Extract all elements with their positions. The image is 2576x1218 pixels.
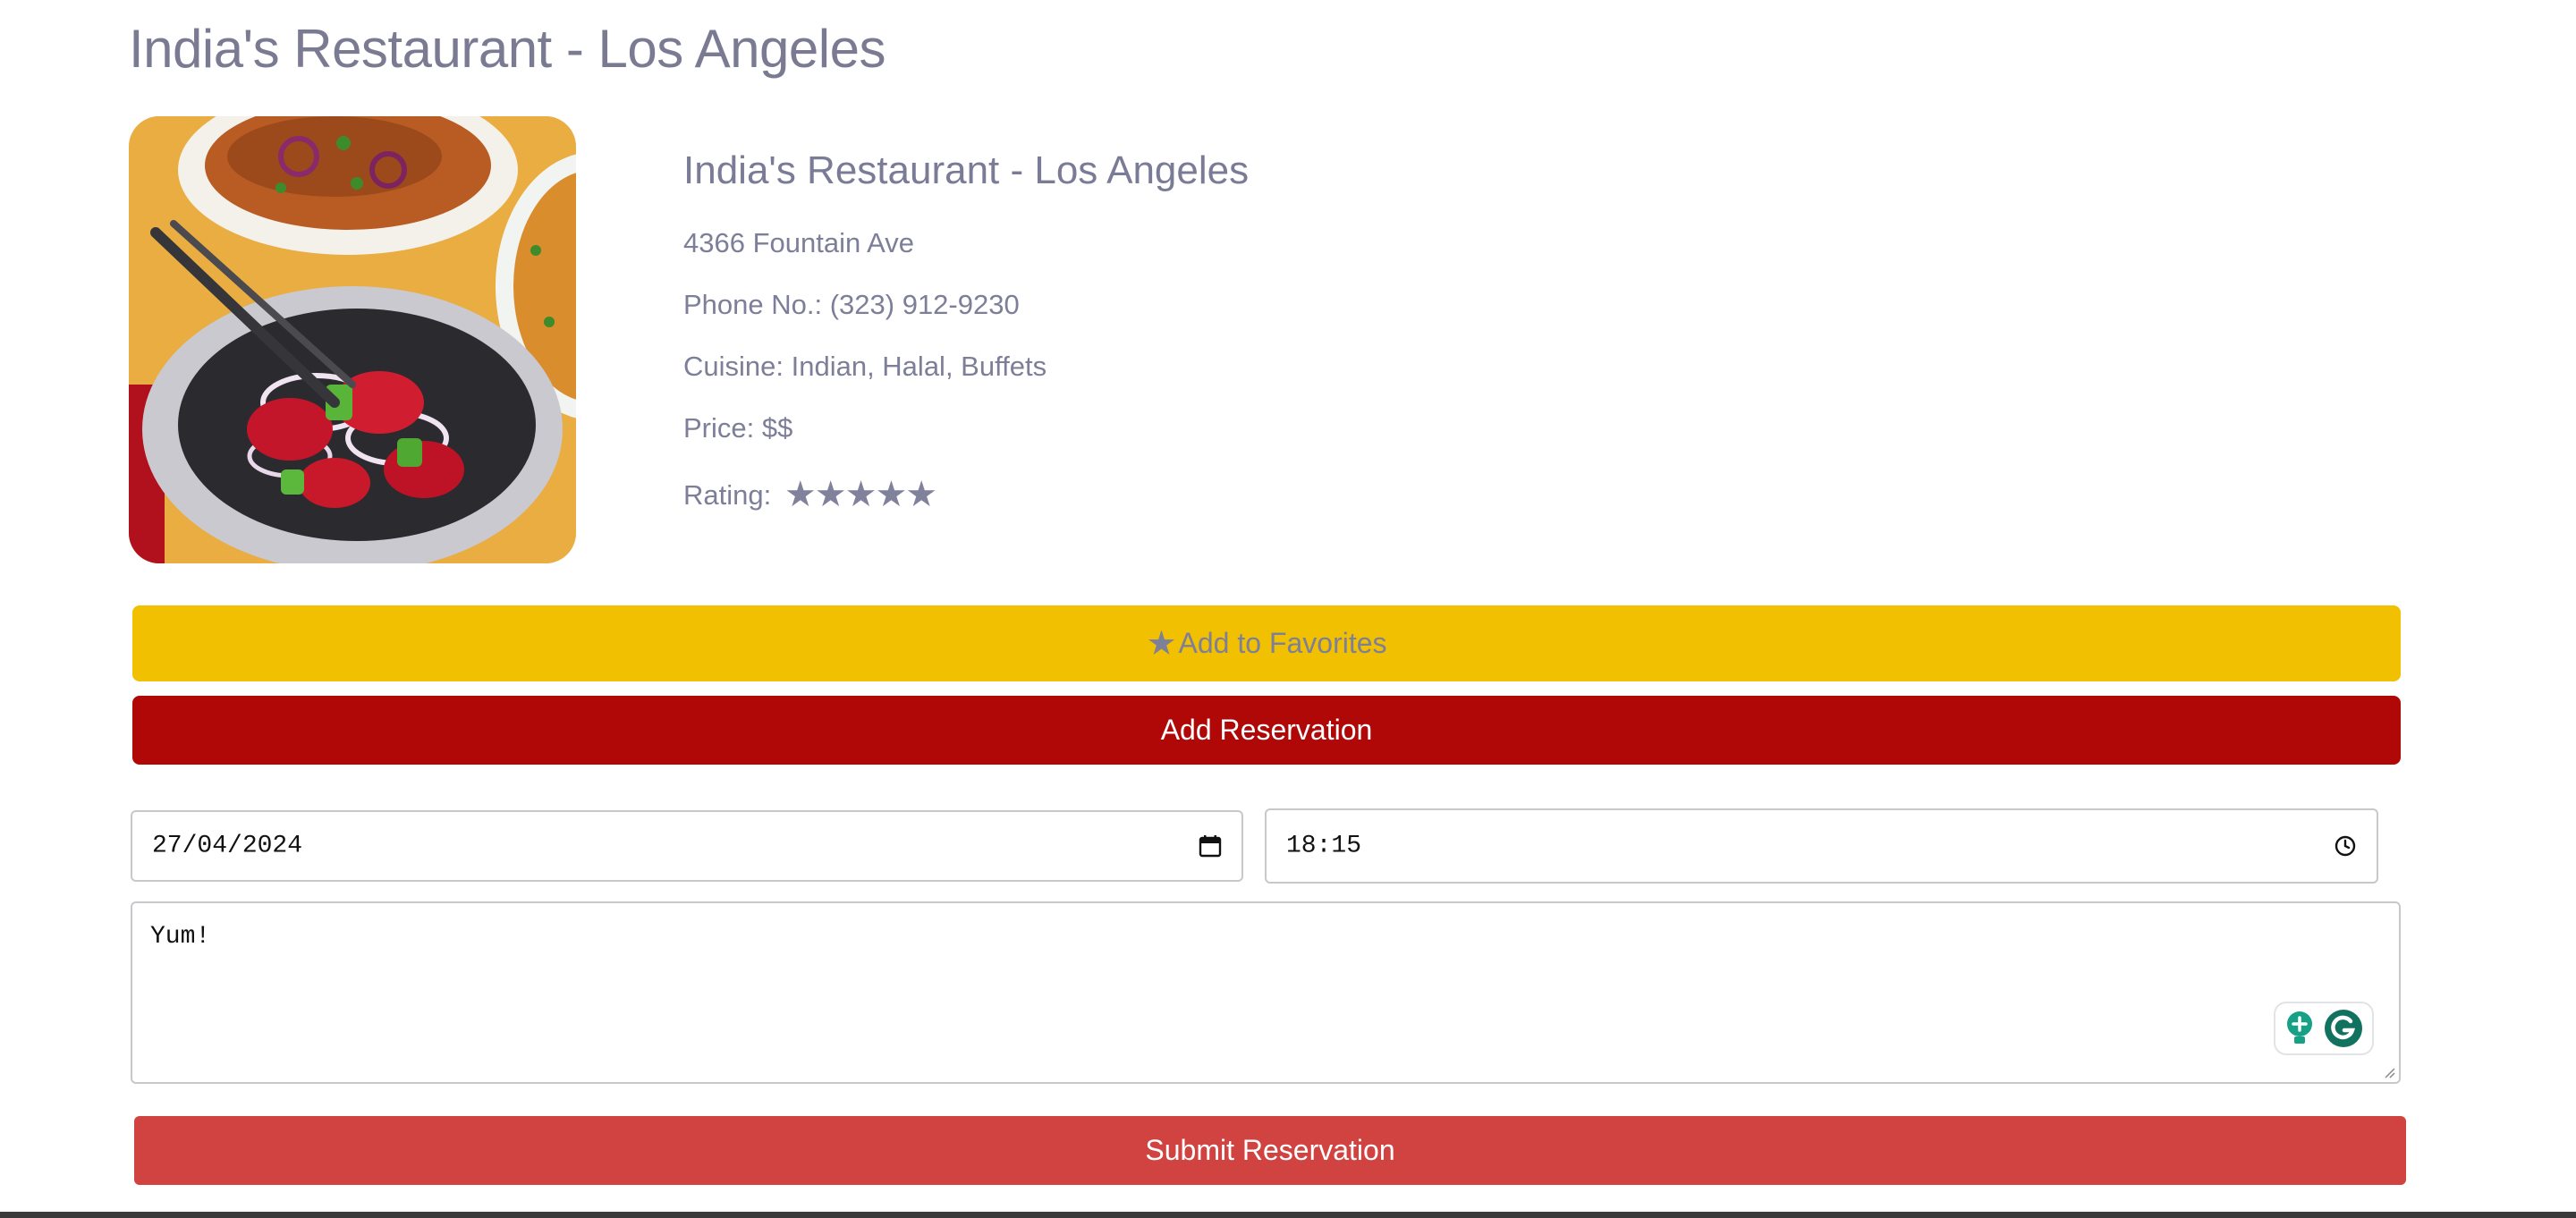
- favorites-label: Add to Favorites: [1178, 627, 1387, 659]
- restaurant-cuisine: Cuisine: Indian, Halal, Buffets: [683, 351, 1047, 382]
- lightbulb-icon[interactable]: [2284, 1010, 2316, 1047]
- add-to-favorites-button[interactable]: ★ Add to Favorites: [132, 605, 2401, 681]
- date-value: 27/04/2024: [152, 832, 303, 860]
- notes-textarea[interactable]: Yum!: [131, 901, 2401, 1084]
- star-icon: ★: [1146, 625, 1177, 663]
- star-icon: ★: [905, 475, 937, 514]
- restaurant-phone: Phone No.: (323) 912-9230: [683, 289, 1020, 320]
- star-icon: ★: [784, 475, 817, 514]
- restaurant-name: India's Restaurant - Los Angeles: [683, 148, 1250, 192]
- clock-icon[interactable]: [2334, 834, 2357, 858]
- window-bottom-edge: [0, 1212, 2576, 1218]
- submit-label: Submit Reservation: [1145, 1134, 1395, 1166]
- time-value: 18:15: [1286, 832, 1362, 860]
- restaurant-rating: Rating: ★★★★★: [683, 474, 937, 515]
- calendar-icon[interactable]: [1199, 834, 1222, 858]
- add-reservation-button[interactable]: Add Reservation: [132, 696, 2401, 765]
- restaurant-address: 4366 Fountain Ave: [683, 227, 914, 258]
- notes-value: Yum!: [150, 923, 211, 951]
- page-title: India's Restaurant - Los Angeles: [129, 19, 886, 79]
- grammarly-icon[interactable]: [2323, 1008, 2364, 1049]
- date-input[interactable]: 27/04/2024: [131, 810, 1243, 882]
- rating-stars: ★★★★★: [784, 474, 937, 515]
- star-icon: ★: [844, 475, 877, 514]
- resize-handle-icon[interactable]: [2381, 1064, 2395, 1078]
- star-icon: ★: [875, 475, 907, 514]
- rating-label: Rating:: [683, 479, 772, 511]
- reservation-label: Add Reservation: [1160, 714, 1373, 746]
- time-input[interactable]: 18:15: [1265, 808, 2378, 884]
- star-icon: ★: [814, 475, 847, 514]
- restaurant-photo: [129, 116, 576, 563]
- submit-reservation-button[interactable]: Submit Reservation: [134, 1116, 2406, 1185]
- grammarly-widget[interactable]: [2274, 1002, 2374, 1055]
- restaurant-price: Price: $$: [683, 412, 793, 444]
